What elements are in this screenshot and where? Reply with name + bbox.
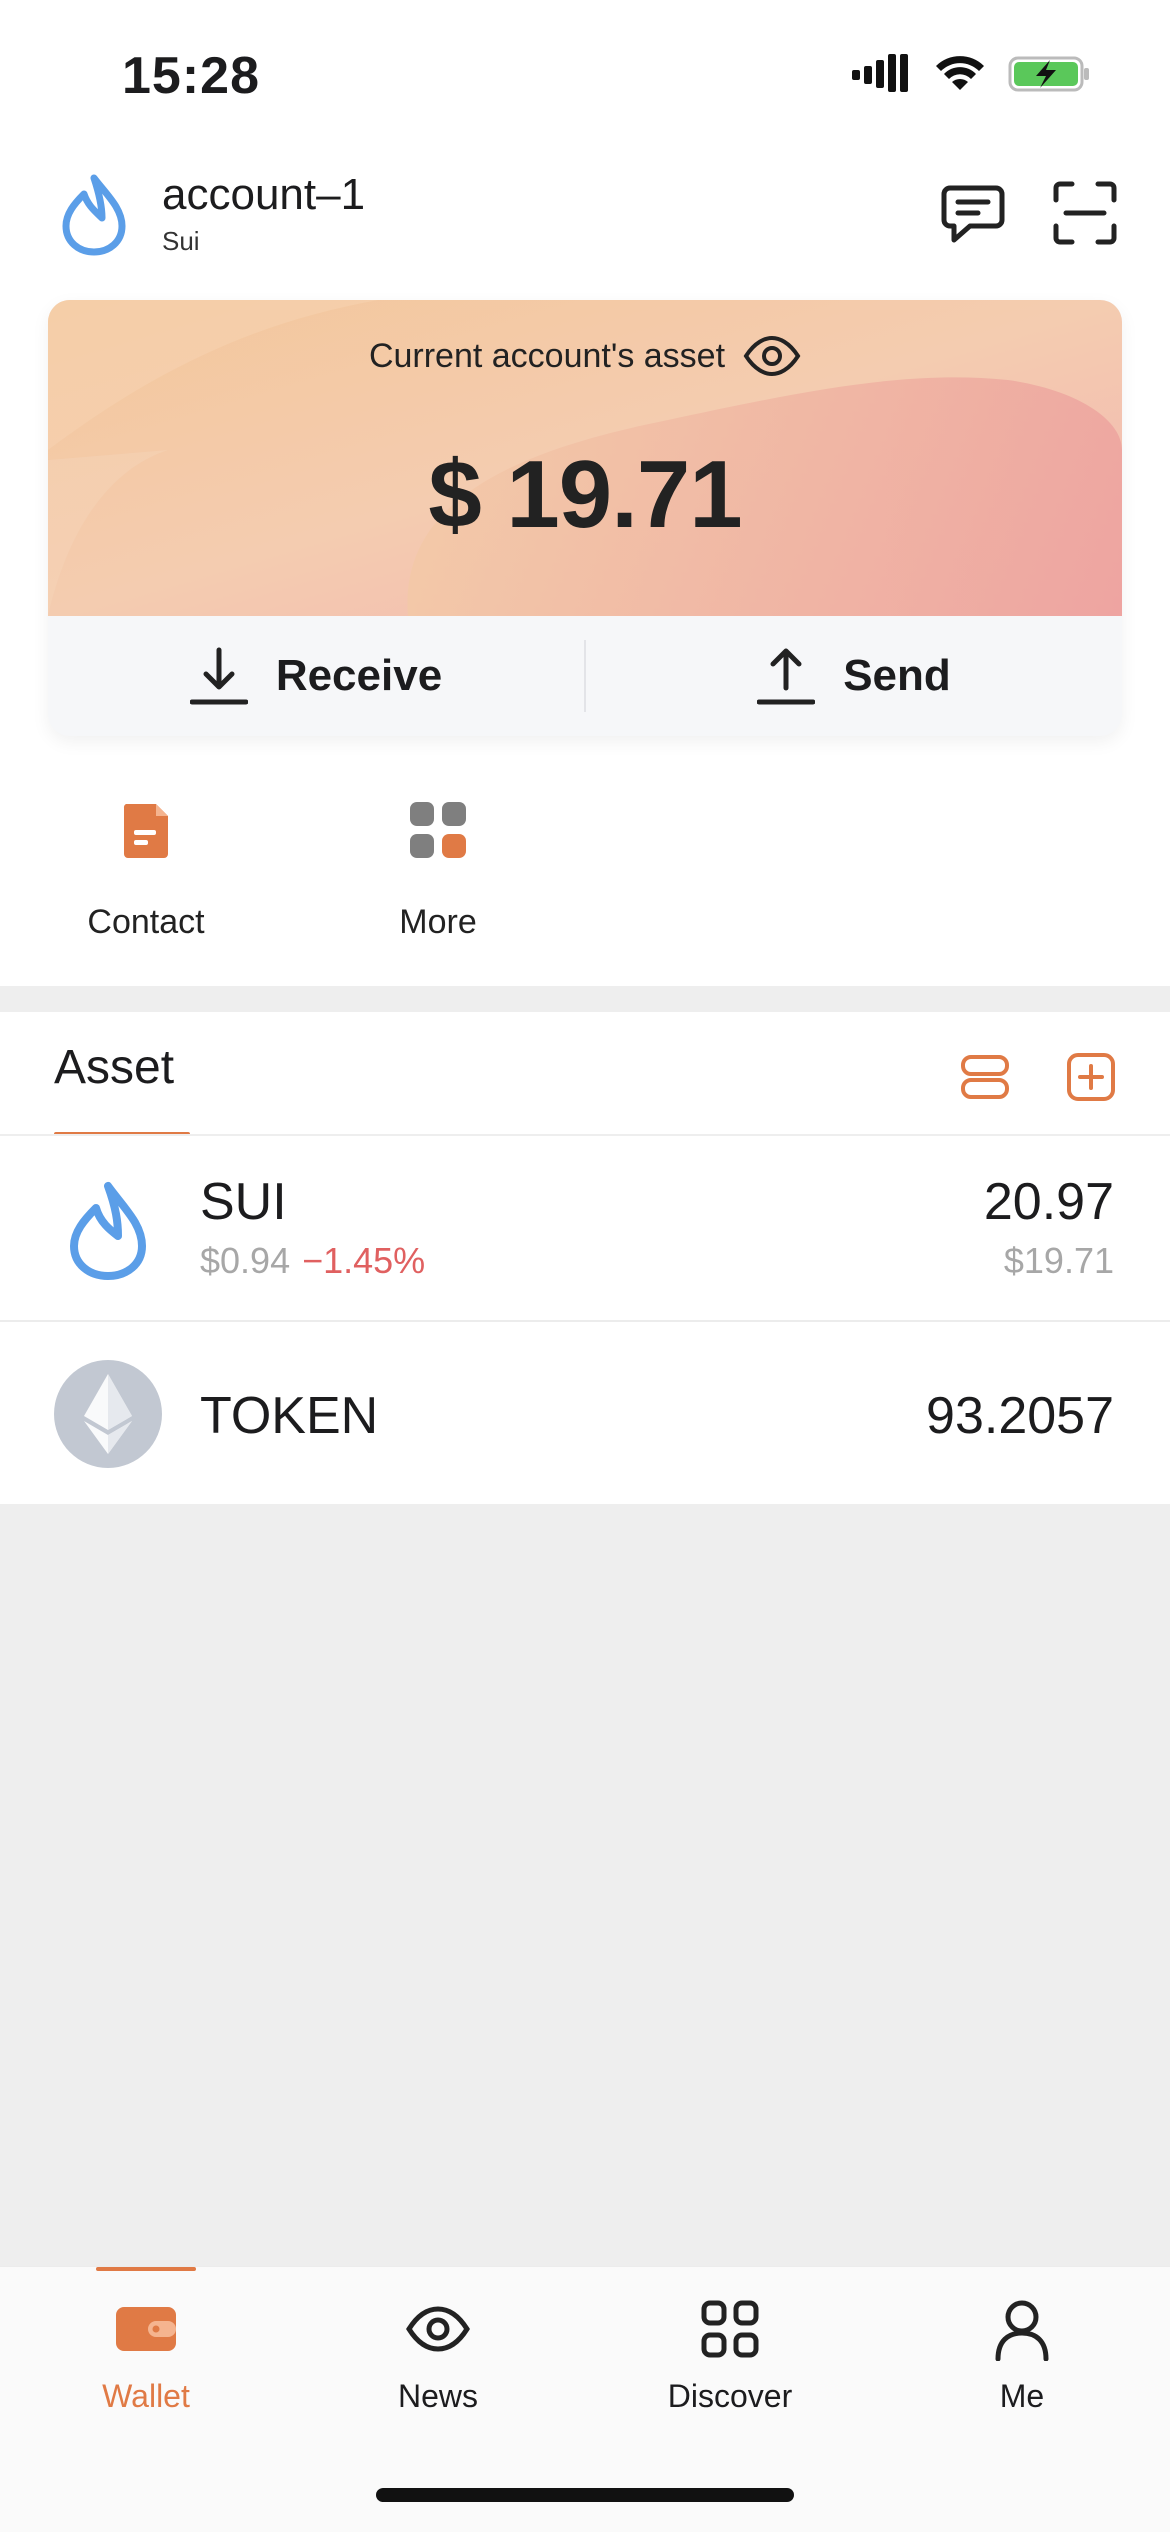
tab-wallet[interactable]: Wallet	[0, 2267, 292, 2427]
send-label: Send	[843, 651, 951, 700]
contact-label: Contact	[87, 903, 205, 941]
token-row-token[interactable]: TOKEN 93.2057	[0, 1322, 1170, 1504]
eye-icon	[406, 2306, 470, 2352]
wifi-icon	[936, 56, 984, 90]
upload-icon	[757, 648, 816, 705]
more-label: More	[399, 903, 477, 941]
tab-me-label: Me	[999, 2378, 1045, 2414]
tab-me[interactable]: Me	[876, 2267, 1168, 2427]
wallet-icon	[116, 2307, 176, 2351]
cellular-signal-icon	[852, 54, 908, 92]
account-name[interactable]: account–1	[162, 170, 365, 220]
sui-drop-logo-icon	[62, 174, 126, 256]
scan-icon[interactable]	[1052, 180, 1118, 246]
add-token-icon[interactable]	[1064, 1050, 1118, 1104]
token-amount: 93.2057	[926, 1387, 1114, 1445]
eye-toggle-icon[interactable]	[743, 336, 801, 376]
token-symbol: SUI	[200, 1173, 287, 1231]
asset-card: Current account's asset $ 19.71 Receive …	[48, 300, 1122, 736]
grid-icon	[701, 2300, 759, 2358]
status-icons	[852, 54, 1092, 94]
token-price-line: $0.94 −1.45%	[200, 1240, 425, 1282]
token-change: −1.45%	[302, 1240, 426, 1281]
tab-news[interactable]: News	[292, 2267, 584, 2427]
card-title-text: Current account's asset	[368, 336, 726, 375]
tab-asset[interactable]: Asset	[54, 1040, 174, 1095]
more-grid-icon	[410, 802, 466, 858]
card-actions: Receive Send	[48, 616, 1122, 736]
tab-wallet-label: Wallet	[102, 2378, 190, 2414]
token-price: $0.94	[200, 1240, 291, 1281]
tab-discover-label: Discover	[667, 2378, 793, 2414]
battery-charging-icon	[1008, 56, 1089, 92]
tab-news-label: News	[397, 2378, 478, 2414]
contact-button[interactable]: Contact	[46, 800, 246, 942]
download-icon	[189, 647, 248, 705]
token-row-sui[interactable]: SUI $0.94 −1.45% 20.97 $19.71	[0, 1136, 1170, 1332]
more-button[interactable]: More	[338, 800, 538, 942]
list-view-icon[interactable]	[958, 1050, 1012, 1104]
home-indicator[interactable]	[376, 2488, 794, 2502]
receive-button[interactable]: Receive	[48, 616, 584, 736]
card-title: Current account's asset	[48, 336, 1122, 376]
status-bar: 15:28	[0, 0, 1170, 140]
asset-section: Asset SUI $0.94 −1.45% 20.97 $19.71 TOKEN	[0, 1012, 1170, 1504]
status-time: 15:28	[122, 47, 260, 105]
person-icon	[995, 2300, 1049, 2362]
total-balance: $ 19.71	[428, 441, 742, 548]
tab-discover[interactable]: Discover	[584, 2267, 876, 2427]
account-header: account–1 Sui	[0, 140, 1170, 290]
send-button[interactable]: Send	[586, 616, 1122, 736]
account-chain: Sui	[162, 226, 200, 256]
token-symbol: TOKEN	[200, 1387, 379, 1445]
token-amount: 20.97	[983, 1173, 1114, 1231]
ethereum-logo-icon	[54, 1360, 162, 1468]
contact-doc-icon	[123, 804, 168, 858]
sui-drop-logo-icon	[70, 1182, 146, 1280]
chat-icon[interactable]	[940, 180, 1006, 246]
receive-label: Receive	[275, 651, 443, 700]
token-value: $19.71	[1003, 1240, 1114, 1281]
